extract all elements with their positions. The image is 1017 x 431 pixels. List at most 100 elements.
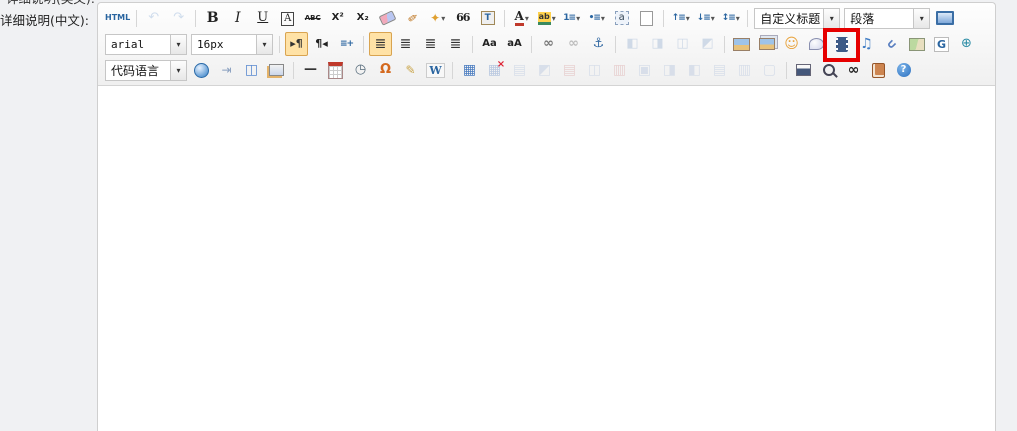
chevron-down-icon[interactable]: ▾	[256, 35, 272, 54]
preview-icon	[823, 64, 835, 76]
multi-image-upload-button[interactable]	[755, 32, 778, 56]
insert-date-button[interactable]	[324, 58, 347, 82]
insert-code-button[interactable]	[190, 58, 213, 82]
special-chars-icon: Ω	[380, 60, 391, 80]
delete-table-button[interactable]: ▦	[483, 58, 506, 82]
font-border-button[interactable]: A	[276, 6, 299, 30]
underline-button[interactable]: U	[251, 6, 274, 30]
font-size-select[interactable]: 16px▾	[191, 34, 273, 55]
print-button[interactable]	[792, 58, 815, 82]
toolbar-row-2: arial▾16px▾▸¶¶◂≡+≣≣≣≣AaaA∞∞⚓◧◨◫◩☺♫∪G⊕	[103, 31, 991, 57]
anchor-icon: ⚓	[593, 34, 605, 54]
align-center-icon: ≣	[400, 34, 412, 54]
insert-table-button[interactable]: ▦	[458, 58, 481, 82]
custom-title-select[interactable]: 自定义标题▾	[754, 8, 840, 29]
line-height-button[interactable]: ↕≡▾	[719, 6, 742, 30]
paragraph-select[interactable]: 段落▾	[844, 8, 930, 29]
insert-code-icon	[194, 63, 209, 78]
align-left-icon: ≣	[375, 34, 387, 54]
clear-document-button[interactable]	[635, 6, 658, 30]
background-button[interactable]: ✎	[399, 58, 422, 82]
insert-link-button[interactable]: ∞	[537, 32, 560, 56]
editor-canvas[interactable]	[98, 86, 995, 429]
select-all-button[interactable]: a	[610, 6, 633, 30]
horizontal-rule-button[interactable]: —	[299, 58, 322, 82]
font-family-select[interactable]: arial▾	[105, 34, 187, 55]
indent-icon: ≡+	[340, 34, 353, 54]
remove-format-button[interactable]	[376, 6, 399, 30]
toolbar-separator	[663, 10, 664, 27]
preview-button[interactable]	[817, 58, 840, 82]
search-replace-button[interactable]: ∞	[842, 58, 865, 82]
word-image-button[interactable]: W	[424, 58, 447, 82]
align-center-button[interactable]: ≣	[394, 32, 417, 56]
justify-button[interactable]: ≣	[444, 32, 467, 56]
screenshot-button[interactable]	[265, 58, 288, 82]
scrawl-button[interactable]	[805, 32, 828, 56]
strikethrough-button[interactable]: ABC	[301, 6, 324, 30]
clear-document-icon	[640, 11, 653, 26]
ordered-list-button[interactable]: 1≡▾	[560, 6, 583, 30]
paste-plain-text-button[interactable]: T	[476, 6, 499, 30]
template-icon: ◫	[245, 60, 258, 80]
attachment-button[interactable]: ∪	[880, 32, 903, 56]
anchor-button[interactable]: ⚓	[587, 32, 610, 56]
special-chars-button[interactable]: Ω	[374, 58, 397, 82]
insert-time-button[interactable]: ◷	[349, 58, 372, 82]
italic-icon: I	[235, 8, 241, 28]
drafts-button[interactable]	[867, 58, 890, 82]
insert-image-button[interactable]	[730, 32, 753, 56]
chevron-down-icon[interactable]: ▾	[913, 9, 929, 28]
template-button[interactable]: ◫	[240, 58, 263, 82]
toolbar-separator	[293, 62, 294, 79]
auto-typeset-button[interactable]: ✦▾	[426, 6, 449, 30]
font-family-value: arial	[106, 38, 170, 51]
to-lowercase-button[interactable]: aA	[503, 32, 526, 56]
emotion-button[interactable]: ☺	[780, 32, 803, 56]
blockquote-button[interactable]: 66	[451, 6, 474, 30]
highlight-color-button[interactable]: ab▾	[535, 6, 558, 30]
chevron-down-icon: ▾	[711, 14, 715, 23]
unordered-list-button[interactable]: •≡▾	[585, 6, 608, 30]
split-to-columns-icon: ▥	[738, 60, 751, 80]
google-map-button[interactable]: G	[930, 32, 953, 56]
preview-screen-button[interactable]	[933, 6, 956, 30]
indent-button[interactable]: ≡+	[335, 32, 358, 56]
split-to-columns-button: ▥	[733, 58, 756, 82]
screenshot-icon	[269, 64, 284, 76]
align-right-button[interactable]: ≣	[419, 32, 442, 56]
toolbar-separator	[195, 10, 196, 27]
chevron-down-icon[interactable]: ▾	[170, 35, 186, 54]
row-spacing-bottom-icon: ↓≡	[697, 8, 710, 28]
to-uppercase-button[interactable]: Aa	[478, 32, 501, 56]
bold-button[interactable]: B	[201, 6, 224, 30]
row-spacing-top-button[interactable]: ↑≡▾	[669, 6, 692, 30]
baidu-map-button[interactable]	[905, 32, 928, 56]
insert-iframe-button[interactable]: ⊕	[955, 32, 978, 56]
ltr-paragraph-button[interactable]: ▸¶	[285, 32, 308, 56]
remove-format-icon	[379, 10, 397, 25]
page-break-button[interactable]: ⇥	[215, 58, 238, 82]
insert-video-button[interactable]	[830, 32, 853, 56]
help-button[interactable]: ?	[892, 58, 915, 82]
code-language-select[interactable]: 代码语言▾	[105, 60, 187, 81]
row-spacing-bottom-button[interactable]: ↓≡▾	[694, 6, 717, 30]
font-color-button[interactable]: A▾	[510, 6, 533, 30]
superscript-button[interactable]: X²	[326, 6, 349, 30]
image-layout-right-button: ◫	[671, 32, 694, 56]
subscript-button[interactable]: X₂	[351, 6, 374, 30]
chevron-down-icon[interactable]: ▾	[170, 61, 186, 80]
insert-video-icon	[836, 37, 848, 52]
insert-table-icon: ▦	[463, 60, 476, 80]
toolbar-row-1: HTML↶↷BIUAABCX²X₂✏✦▾66TA▾ab▾1≡▾•≡▾a↑≡▾↓≡…	[103, 5, 991, 31]
merge-cells-icon: ▣	[638, 60, 651, 80]
align-left-button[interactable]: ≣	[369, 32, 392, 56]
chevron-down-icon[interactable]: ▾	[823, 9, 839, 28]
format-painter-button[interactable]: ✏	[401, 6, 424, 30]
toolbar-separator	[724, 36, 725, 53]
rtl-paragraph-button[interactable]: ¶◂	[310, 32, 333, 56]
source-button[interactable]: HTML	[104, 6, 131, 30]
insert-music-button[interactable]: ♫	[855, 32, 878, 56]
image-layout-left-icon: ◨	[651, 34, 663, 54]
italic-button[interactable]: I	[226, 6, 249, 30]
